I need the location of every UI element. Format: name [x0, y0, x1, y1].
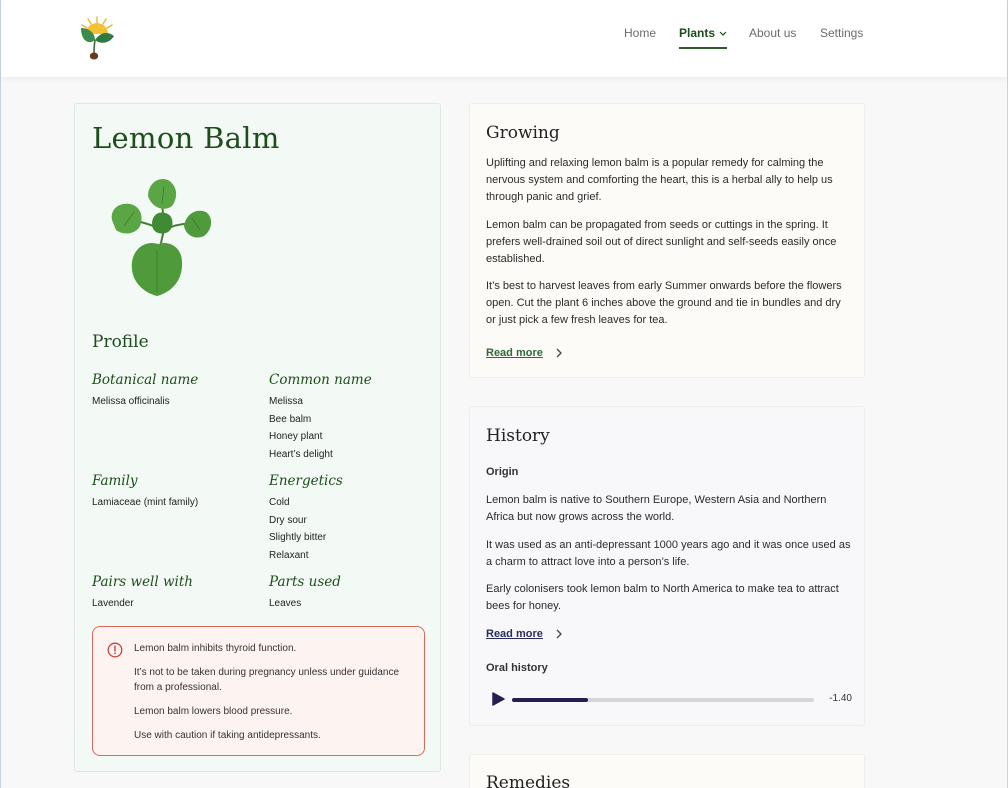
lemon-balm-illustration: [111, 178, 212, 296]
chevron-right-icon[interactable]: [555, 348, 563, 358]
history-paragraph: Early colonisers took lemon balm to Nort…: [486, 583, 839, 612]
botanical-name-label: Botanical name: [92, 372, 199, 388]
plant-title: Lemon Balm: [92, 121, 280, 155]
nav-plants[interactable]: Plants: [679, 26, 728, 49]
common-name-value: Honey plant: [269, 431, 323, 442]
history-read-more-link[interactable]: Read more: [486, 628, 543, 640]
site-header: Home Plants About us Settings: [1, 0, 1007, 77]
caution-item: It’s not to be taken during pregnancy un…: [134, 667, 399, 693]
audio-progress-track[interactable]: [512, 698, 814, 702]
growing-paragraph: Lemon balm can be propagated from seeds …: [486, 219, 837, 265]
caution-item: Lemon balm inhibits thyroid function.: [134, 643, 297, 654]
history-card: History Origin Lemon balm is native to S…: [469, 406, 865, 726]
nav-about[interactable]: About us: [749, 26, 796, 40]
botanical-name-block: Botanical name Melissa officinalis: [92, 372, 262, 411]
growing-card: Growing Uplifting and relaxing lemon bal…: [469, 103, 865, 378]
parts-used-label: Parts used: [269, 574, 341, 590]
pairs-well-with-block: Pairs well with Lavender: [92, 574, 262, 613]
parts-used-block: Parts used Leaves: [269, 574, 439, 613]
growing-paragraph: It’s best to harvest leaves from early S…: [486, 280, 842, 326]
energetics-label: Energetics: [269, 473, 343, 489]
plant-profile-card: Lemon Balm Profile Botanical name Meliss…: [74, 103, 441, 772]
oral-history-subheading: Oral history: [486, 662, 548, 674]
caution-item: Use with caution if taking antidepressan…: [134, 730, 321, 741]
play-icon[interactable]: [492, 692, 506, 706]
family-block: Family Lamiaceae (mint family): [92, 473, 262, 512]
family-value: Lamiaceae (mint family): [92, 497, 199, 508]
chevron-right-icon[interactable]: [555, 629, 563, 639]
common-name-label: Common name: [269, 372, 372, 388]
nav-home[interactable]: Home: [624, 26, 656, 40]
family-label: Family: [92, 473, 138, 489]
sprout-sun-logo[interactable]: [78, 14, 116, 62]
common-name-value: Melissa: [269, 396, 303, 407]
pairs-well-with-value: Lavender: [92, 598, 134, 609]
caution-item: Lemon balm lowers blood pressure.: [134, 706, 293, 717]
growing-paragraph: Uplifting and relaxing lemon balm is a p…: [486, 157, 833, 203]
common-name-block: Common name Melissa Bee balm Honey plant…: [269, 372, 439, 463]
remedies-title: Remedies: [486, 773, 571, 788]
chevron-down-icon: [719, 31, 727, 36]
energetics-block: Energetics Cold Dry sour Slightly bitter…: [269, 473, 439, 564]
nav-active-underline: [679, 47, 728, 49]
pairs-well-with-label: Pairs well with: [92, 574, 193, 590]
common-name-value: Bee balm: [269, 413, 312, 425]
history-title: History: [486, 426, 550, 446]
audio-progress-fill: [512, 698, 588, 702]
audio-player: -1.40: [486, 690, 852, 708]
parts-used-value: Leaves: [269, 598, 302, 609]
energetics-value: Dry sour: [269, 514, 307, 526]
history-paragraph: Lemon balm is native to Southern Europe,…: [486, 494, 827, 523]
nav-plants-label: Plants: [679, 26, 716, 40]
nav-settings[interactable]: Settings: [820, 26, 863, 40]
audio-time-remaining: -1.40: [829, 693, 852, 704]
energetics-value: Relaxant: [269, 549, 309, 561]
botanical-name-value: Melissa officinalis: [92, 396, 170, 407]
growing-read-more-link[interactable]: Read more: [486, 347, 543, 359]
profile-heading: Profile: [92, 332, 149, 352]
exclamation-circle-icon: [107, 642, 123, 658]
caution-list: Lemon balm inhibits thyroid function. It…: [134, 641, 416, 752]
history-paragraph: It was used as an anti-depressant 1000 y…: [486, 539, 851, 568]
energetics-value: Cold: [269, 497, 290, 508]
caution-box: Lemon balm inhibits thyroid function. It…: [92, 626, 425, 756]
remedies-card: Remedies: [469, 754, 865, 788]
energetics-value: Slightly bitter: [269, 532, 327, 543]
common-name-value: Heart’s delight: [269, 448, 333, 460]
origin-subheading: Origin: [486, 466, 519, 478]
growing-title: Growing: [486, 123, 560, 143]
